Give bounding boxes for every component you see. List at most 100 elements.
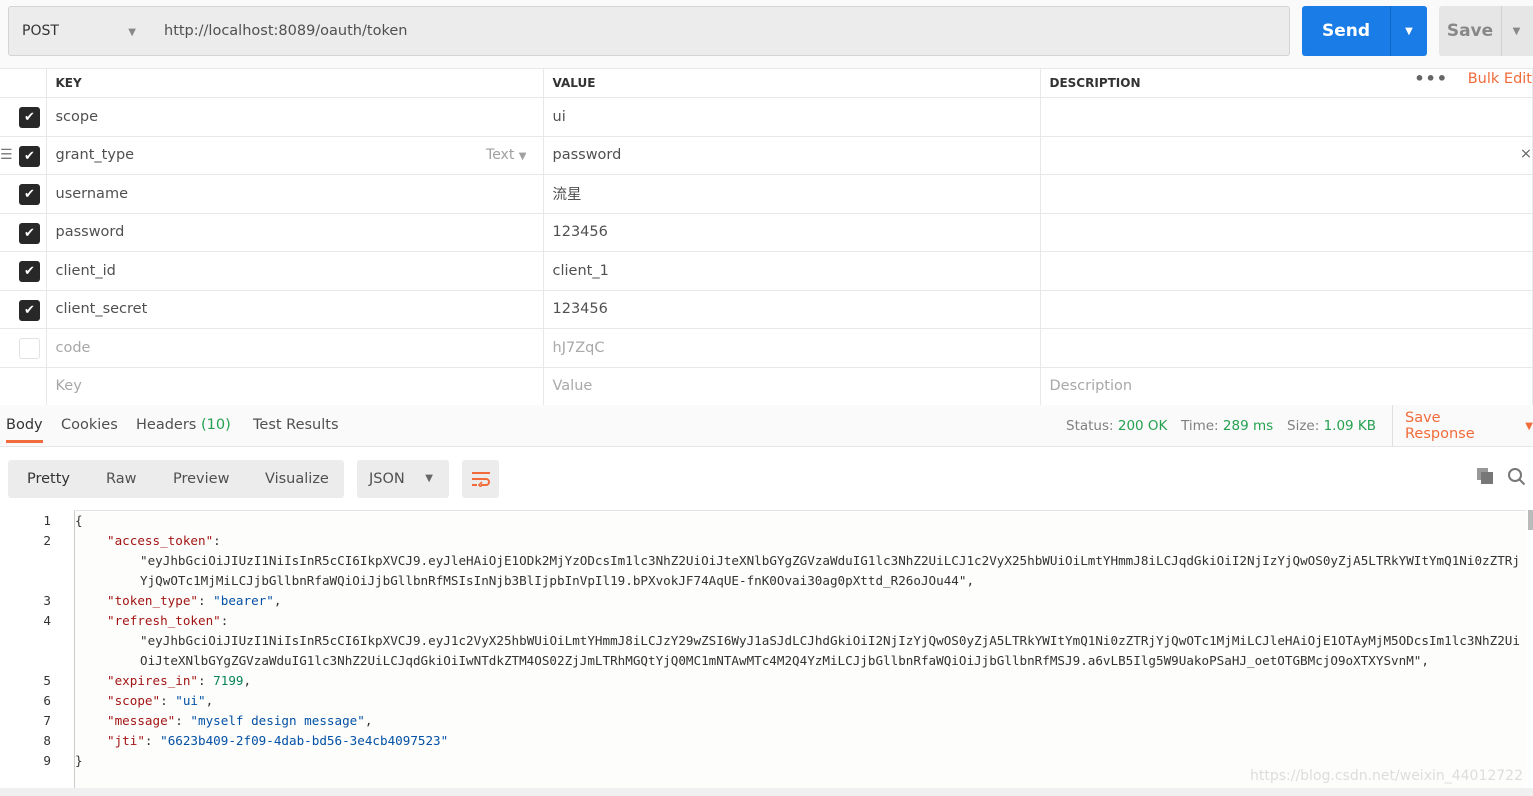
json-key: "expires_in" <box>107 673 198 688</box>
response-tabs: Body Cookies Headers (10) Test Results S… <box>0 405 1533 447</box>
code-line: 2 "access_token": "eyJhbGciOiJIUzI1NiIsInR… <box>43 531 1526 591</box>
format-select[interactable]: JSON ▼ <box>357 460 449 498</box>
copy-icon[interactable] <box>1476 467 1494 485</box>
param-value[interactable]: ui <box>542 97 1041 137</box>
param-description[interactable] <box>1039 251 1533 291</box>
param-row: ✔ client_id client_1 <box>0 251 1533 291</box>
brace: } <box>75 753 83 768</box>
param-description[interactable] <box>1039 328 1533 368</box>
json-value: eyJhbGciOiJIUzI1NiIsInR5cCI6IkpXVCJ9.eyJ… <box>140 633 1520 668</box>
param-value[interactable]: hJ7ZqC <box>542 328 1041 368</box>
param-description[interactable] <box>1039 212 1533 252</box>
tab-test-results[interactable]: Test Results <box>253 417 339 433</box>
param-checkbox[interactable]: ✔ <box>19 184 40 205</box>
param-value[interactable]: password <box>542 135 1041 175</box>
format-value: JSON <box>369 471 405 487</box>
param-key[interactable]: code <box>45 328 544 368</box>
new-description-input[interactable]: Description <box>1039 366 1533 406</box>
json-value: 7199 <box>213 673 244 688</box>
drag-handle-icon[interactable]: ☰ <box>0 147 13 163</box>
save-dropdown-icon[interactable]: ▼ <box>1501 6 1531 56</box>
chevron-down-icon: ▼ <box>518 150 527 162</box>
param-key[interactable]: scope <box>45 97 544 137</box>
param-checkbox[interactable]: ✔ <box>19 107 40 128</box>
param-key-text: grant_type <box>55 147 135 164</box>
more-icon[interactable]: ••• <box>1414 69 1448 88</box>
new-key-input[interactable]: Key <box>45 366 544 406</box>
wrap-icon <box>471 472 490 487</box>
json-value: eyJhbGciOiJIUzI1NiIsInR5cCI6IkpXVCJ9.eyJ… <box>140 553 1520 588</box>
param-checkbox[interactable] <box>19 338 40 359</box>
param-key[interactable]: client_secret <box>45 289 544 329</box>
type-value: Text <box>486 146 515 163</box>
param-key[interactable]: grant_type Text ▼ <box>45 135 544 175</box>
code-editor[interactable]: 1{2 "access_token": "eyJhbGciOiJIUzI1NiIsI… <box>43 510 1526 788</box>
time: Time: 289 ms <box>1181 418 1273 434</box>
size-value: 1.09 KB <box>1323 418 1377 434</box>
param-value[interactable]: client_1 <box>542 251 1041 291</box>
param-key[interactable]: username <box>45 174 544 214</box>
type-select[interactable]: Text ▼ <box>486 147 526 163</box>
save-response-button[interactable]: Save Response ▼ <box>1392 405 1533 447</box>
param-description[interactable] <box>1039 97 1533 137</box>
param-description[interactable] <box>1039 174 1533 214</box>
scrollbar[interactable] <box>1528 510 1533 530</box>
code-line: 8 "jti": "6623b409-2f09-4dab-bd56-3e4cb40… <box>43 731 1526 751</box>
status: Status: 200 OK <box>1066 418 1167 434</box>
view-pretty[interactable]: Pretty <box>27 471 70 487</box>
json-value: bearer <box>220 593 267 608</box>
json-key: "message" <box>107 713 176 728</box>
checkbox-cell: ✔ <box>0 251 47 291</box>
time-label: Time: <box>1181 418 1219 434</box>
json-key: "access_token" <box>107 533 214 548</box>
delete-icon[interactable]: × <box>1520 146 1532 162</box>
json-key: "refresh_token" <box>107 613 221 628</box>
param-checkbox[interactable]: ✔ <box>19 299 40 321</box>
send-label: Send <box>1321 21 1371 41</box>
line-number: 3 <box>43 593 51 608</box>
param-description[interactable]: × <box>1039 135 1533 175</box>
watermark: https://blog.csdn.net/weixin_44012722 <box>1249 768 1523 784</box>
new-value-input[interactable]: Value <box>542 366 1041 406</box>
param-description[interactable] <box>1039 289 1533 329</box>
url-input[interactable]: http://localhost:8089/oauth/token <box>152 6 1290 56</box>
param-key[interactable]: client_id <box>45 251 544 291</box>
bulk-edit-link[interactable]: Bulk Edit <box>1468 71 1532 87</box>
params-header: KEY VALUE DESCRIPTION ••• Bulk Edit <box>0 68 1533 98</box>
headers-count: (10) <box>200 417 231 433</box>
param-value[interactable]: 123456 <box>542 289 1041 329</box>
param-key-text: scope <box>55 108 99 125</box>
search-icon[interactable] <box>1507 467 1527 487</box>
param-value[interactable]: 流星 <box>542 174 1041 214</box>
save-label: Save <box>1446 21 1494 41</box>
view-visualize[interactable]: Visualize <box>265 471 329 487</box>
tab-headers[interactable]: Headers (10) <box>136 417 231 433</box>
view-preview[interactable]: Preview <box>173 471 229 487</box>
description-header-label: DESCRIPTION <box>1049 76 1141 90</box>
status-value: 200 OK <box>1117 418 1168 434</box>
param-row: ✔ scope ui <box>0 97 1533 137</box>
new-param-row: Key Value Description <box>0 366 1533 406</box>
param-key[interactable]: password <box>45 212 544 252</box>
param-checkbox[interactable]: ✔ <box>19 261 40 282</box>
param-checkbox[interactable]: ✔ <box>19 145 40 167</box>
description-header: DESCRIPTION ••• Bulk Edit <box>1039 68 1533 98</box>
view-raw[interactable]: Raw <box>106 471 137 487</box>
param-row: ✔ password 123456 <box>0 212 1533 252</box>
save-button[interactable]: Save ▼ <box>1439 6 1533 56</box>
json-key: "token_type" <box>107 593 198 608</box>
send-button[interactable]: Send ▼ <box>1302 6 1427 56</box>
param-checkbox[interactable]: ✔ <box>19 222 40 244</box>
json-value: ui <box>182 693 199 708</box>
json-key: "scope" <box>107 693 161 708</box>
size-label: Size: <box>1287 418 1320 434</box>
method-select[interactable]: POST ▼ <box>8 6 153 56</box>
wrap-lines-button[interactable] <box>462 460 499 498</box>
request-bar: POST ▼ http://localhost:8089/oauth/token … <box>0 0 1533 68</box>
param-value[interactable]: 123456 <box>542 212 1041 252</box>
response-body[interactable]: 1{2 "access_token": "eyJhbGciOiJIUzI1NiIsI… <box>0 510 1533 788</box>
tab-body[interactable]: Body <box>6 417 43 443</box>
send-dropdown-icon[interactable]: ▼ <box>1390 6 1427 56</box>
line-number: 5 <box>43 673 51 688</box>
tab-cookies[interactable]: Cookies <box>61 417 118 433</box>
